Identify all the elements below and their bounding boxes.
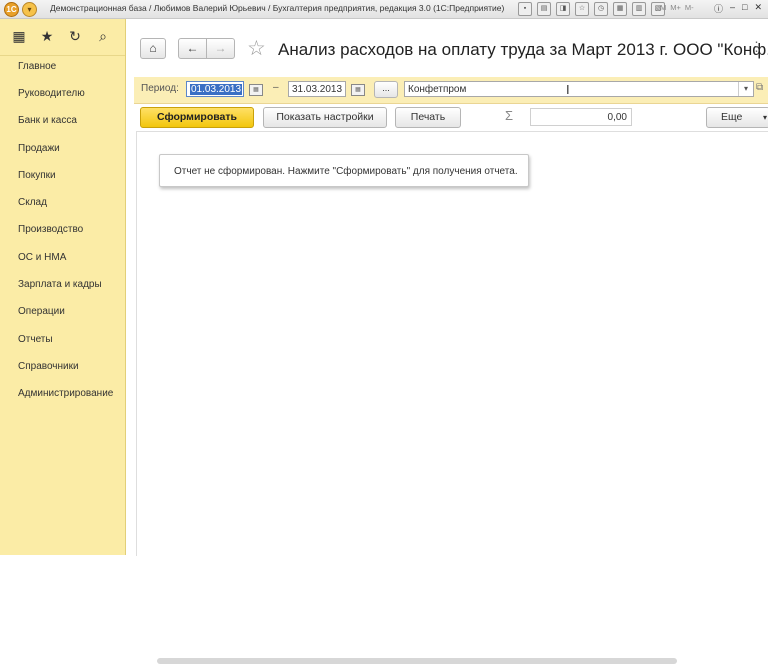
title-overflow-icon[interactable]: ⋮ bbox=[750, 39, 763, 55]
sidebar-item-catalogs[interactable]: Справочники bbox=[18, 361, 79, 372]
back-button[interactable]: ← bbox=[178, 38, 207, 59]
calendar-icon[interactable]: ▦ bbox=[613, 2, 627, 16]
grid-menu-icon[interactable]: ▦ bbox=[10, 27, 28, 45]
home-button[interactable]: ⌂ bbox=[140, 38, 166, 59]
print-button[interactable]: Печать bbox=[395, 107, 461, 128]
sidebar-toolbar: ▦ ★ ↻ ⌕ bbox=[0, 19, 125, 56]
window-titlebar: 1С ▾ Демонстрационная база / Любимов Вал… bbox=[0, 0, 768, 19]
app-logo-icon[interactable]: 1С bbox=[4, 2, 19, 17]
sidebar-item-warehouse[interactable]: Склад bbox=[18, 197, 47, 208]
main-menu-icon[interactable]: ▾ bbox=[22, 2, 37, 17]
favorites-star-icon[interactable]: ★ bbox=[38, 27, 56, 45]
sidebar-item-production[interactable]: Производство bbox=[18, 224, 83, 235]
report-params-panel: Период: 01.03.2013 ▦ – 31.03.2013 ▦ ... … bbox=[134, 77, 768, 104]
sum-icon: Σ bbox=[505, 108, 514, 123]
date-from-field[interactable]: 01.03.2013 bbox=[186, 81, 244, 97]
memory-buttons: M M+ M- bbox=[660, 3, 694, 12]
organization-dropdown-icon[interactable]: ▾ bbox=[738, 82, 753, 96]
sidebar-item-manager[interactable]: Руководителю bbox=[18, 88, 85, 99]
sidebar-item-main[interactable]: Главное bbox=[18, 61, 56, 72]
sidebar-item-reports[interactable]: Отчеты bbox=[18, 334, 53, 345]
window-controls: ⓘ – □ ✕ bbox=[714, 2, 762, 15]
text-cursor-icon: I bbox=[566, 82, 570, 97]
minimize-icon[interactable]: – bbox=[730, 2, 735, 15]
report-not-generated-message: Отчет не сформирован. Нажмите "Сформиров… bbox=[159, 154, 529, 187]
open-organization-icon[interactable]: ⧉ bbox=[756, 82, 763, 93]
favorites-icon[interactable]: ☆ bbox=[575, 2, 589, 16]
sidebar-item-operations[interactable]: Операции bbox=[18, 306, 65, 317]
sidebar-item-bank-cash[interactable]: Банк и касса bbox=[18, 115, 77, 126]
sidebar-item-sales[interactable]: Продажи bbox=[18, 143, 60, 154]
more-button[interactable]: Еще ▾ bbox=[706, 107, 768, 128]
sum-value-field[interactable]: 0,00 bbox=[530, 108, 632, 126]
sidebar-item-purchases[interactable]: Покупки bbox=[18, 170, 56, 181]
favorite-star-icon[interactable]: ☆ bbox=[247, 36, 266, 61]
date-to-field[interactable]: 31.03.2013 bbox=[288, 81, 346, 97]
date-from-value: 01.03.2013 bbox=[190, 84, 243, 95]
horizontal-scrollbar[interactable] bbox=[157, 658, 677, 664]
calculator-icon[interactable]: ▥ bbox=[632, 2, 646, 16]
main-content: ⌂ ← → ☆ Анализ расходов на оплату труда … bbox=[126, 19, 768, 664]
maximize-icon[interactable]: □ bbox=[742, 2, 747, 15]
chevron-down-icon: ▾ bbox=[762, 113, 767, 122]
print-icon[interactable]: ▤ bbox=[537, 2, 551, 16]
save-icon[interactable]: ▪ bbox=[518, 2, 532, 16]
page-title: Анализ расходов на оплату труда за Март … bbox=[278, 40, 768, 59]
window-title: Демонстрационная база / Любимов Валерий … bbox=[50, 3, 505, 13]
sidebar: ▦ ★ ↻ ⌕ Главное Руководителю Банк и касс… bbox=[0, 19, 126, 555]
calendar-icon[interactable]: ▦ bbox=[249, 84, 263, 96]
preview-icon[interactable]: ◨ bbox=[556, 2, 570, 16]
calendar-icon[interactable]: ▦ bbox=[351, 84, 365, 96]
forward-button[interactable]: → bbox=[206, 38, 235, 59]
memory-button[interactable]: M bbox=[660, 3, 666, 12]
generate-button[interactable]: Сформировать bbox=[140, 107, 254, 128]
show-settings-button[interactable]: Показать настройки bbox=[263, 107, 387, 128]
info-icon[interactable]: ⓘ bbox=[714, 2, 723, 15]
memory-plus-button[interactable]: M+ bbox=[670, 3, 681, 12]
sidebar-item-fixed-assets[interactable]: ОС и НМА bbox=[18, 252, 66, 263]
period-label: Период: bbox=[141, 83, 179, 94]
history-icon[interactable]: ↻ bbox=[66, 27, 84, 45]
period-dash: – bbox=[273, 82, 279, 93]
memory-minus-button[interactable]: M- bbox=[685, 3, 694, 12]
report-area: Отчет не сформирован. Нажмите "Сформиров… bbox=[136, 131, 768, 664]
organization-field[interactable]: Конфетпром bbox=[404, 81, 754, 97]
more-button-label: Еще bbox=[721, 111, 743, 123]
close-icon[interactable]: ✕ bbox=[754, 2, 762, 15]
sidebar-item-salary[interactable]: Зарплата и кадры bbox=[18, 279, 102, 290]
period-select-button[interactable]: ... bbox=[374, 81, 398, 98]
search-icon[interactable]: ⌕ bbox=[94, 27, 112, 45]
history-icon[interactable]: ◷ bbox=[594, 2, 608, 16]
sidebar-item-administration[interactable]: Администрирование bbox=[18, 388, 113, 399]
titlebar-toolbar: ▪ ▤ ◨ ☆ ◷ ▦ ▥ ▧ bbox=[518, 2, 665, 16]
